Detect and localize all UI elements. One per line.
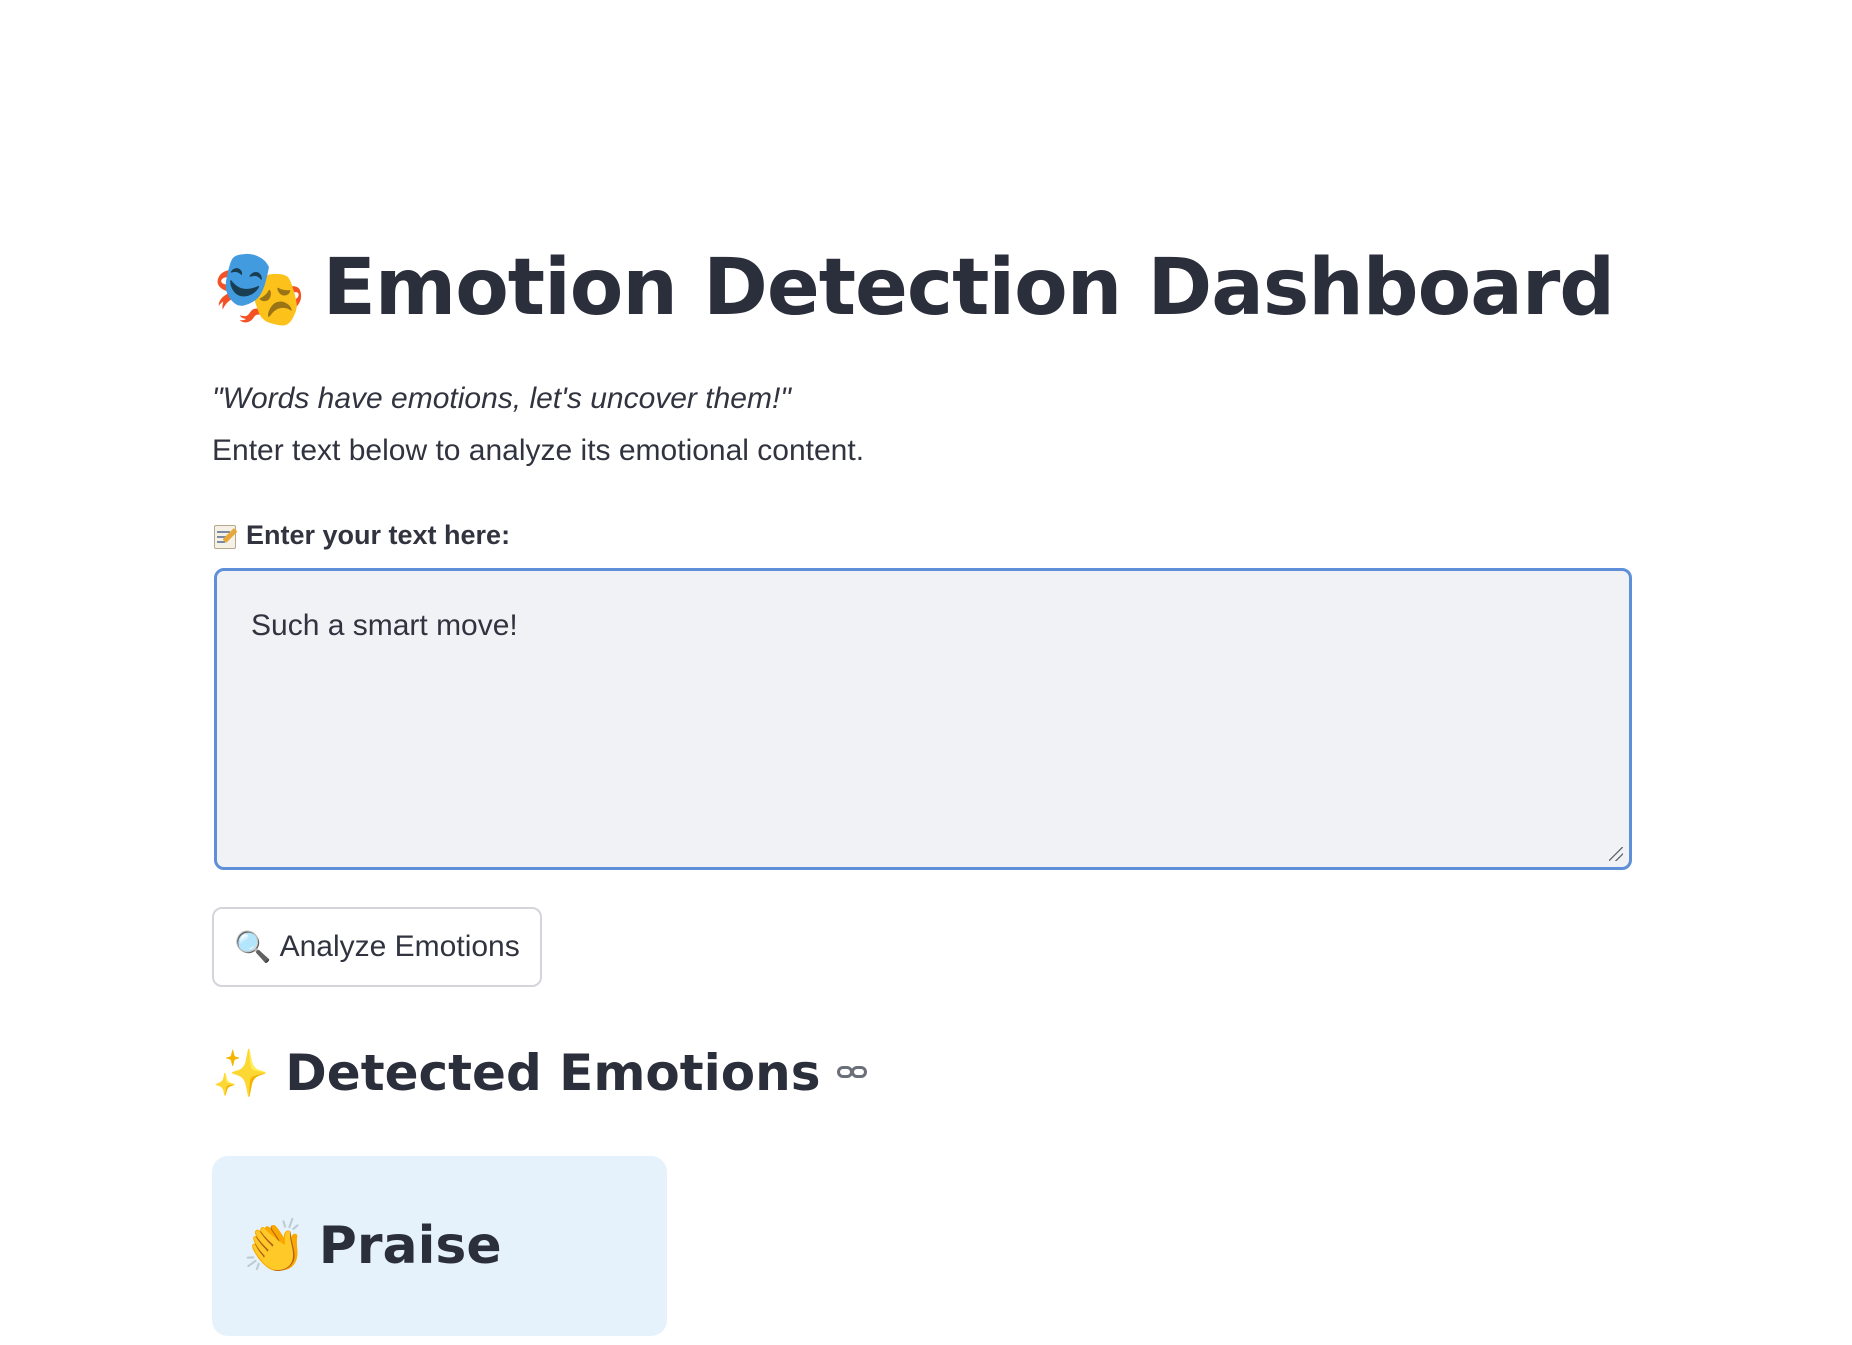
emotion-card: 👏 Praise: [212, 1156, 667, 1336]
text-input-container: [214, 568, 1632, 870]
text-input-label-text: Enter your text here:: [246, 520, 511, 550]
emotion-label: Praise: [318, 1216, 502, 1276]
performing-arts-icon: 🎭: [212, 243, 307, 332]
analyze-emotions-label: Analyze Emotions: [279, 930, 520, 963]
resize-handle-icon[interactable]: [1609, 847, 1623, 861]
magnifier-icon: 🔍: [234, 929, 272, 965]
tagline-quote: "Words have emotions, let's uncover them…: [212, 382, 791, 415]
text-input-label: Enter your text here:: [212, 520, 510, 551]
anchor-link-icon[interactable]: [836, 1064, 871, 1082]
detected-emotions-header: ✨ Detected Emotions: [212, 1038, 871, 1108]
clapping-hands-icon: 👏: [242, 1216, 307, 1277]
intro-text: Enter text below to analyze its emotiona…: [212, 434, 865, 467]
section-title: Detected Emotions: [285, 1044, 821, 1102]
memo-icon: [212, 523, 238, 549]
page-title-row: 🎭 Emotion Detection Dashboard: [212, 238, 1615, 338]
page-title: Emotion Detection Dashboard: [322, 243, 1615, 333]
analyze-emotions-button[interactable]: 🔍 Analyze Emotions: [212, 907, 542, 987]
sparkles-icon: ✨: [212, 1046, 270, 1100]
text-input[interactable]: [217, 571, 1629, 867]
